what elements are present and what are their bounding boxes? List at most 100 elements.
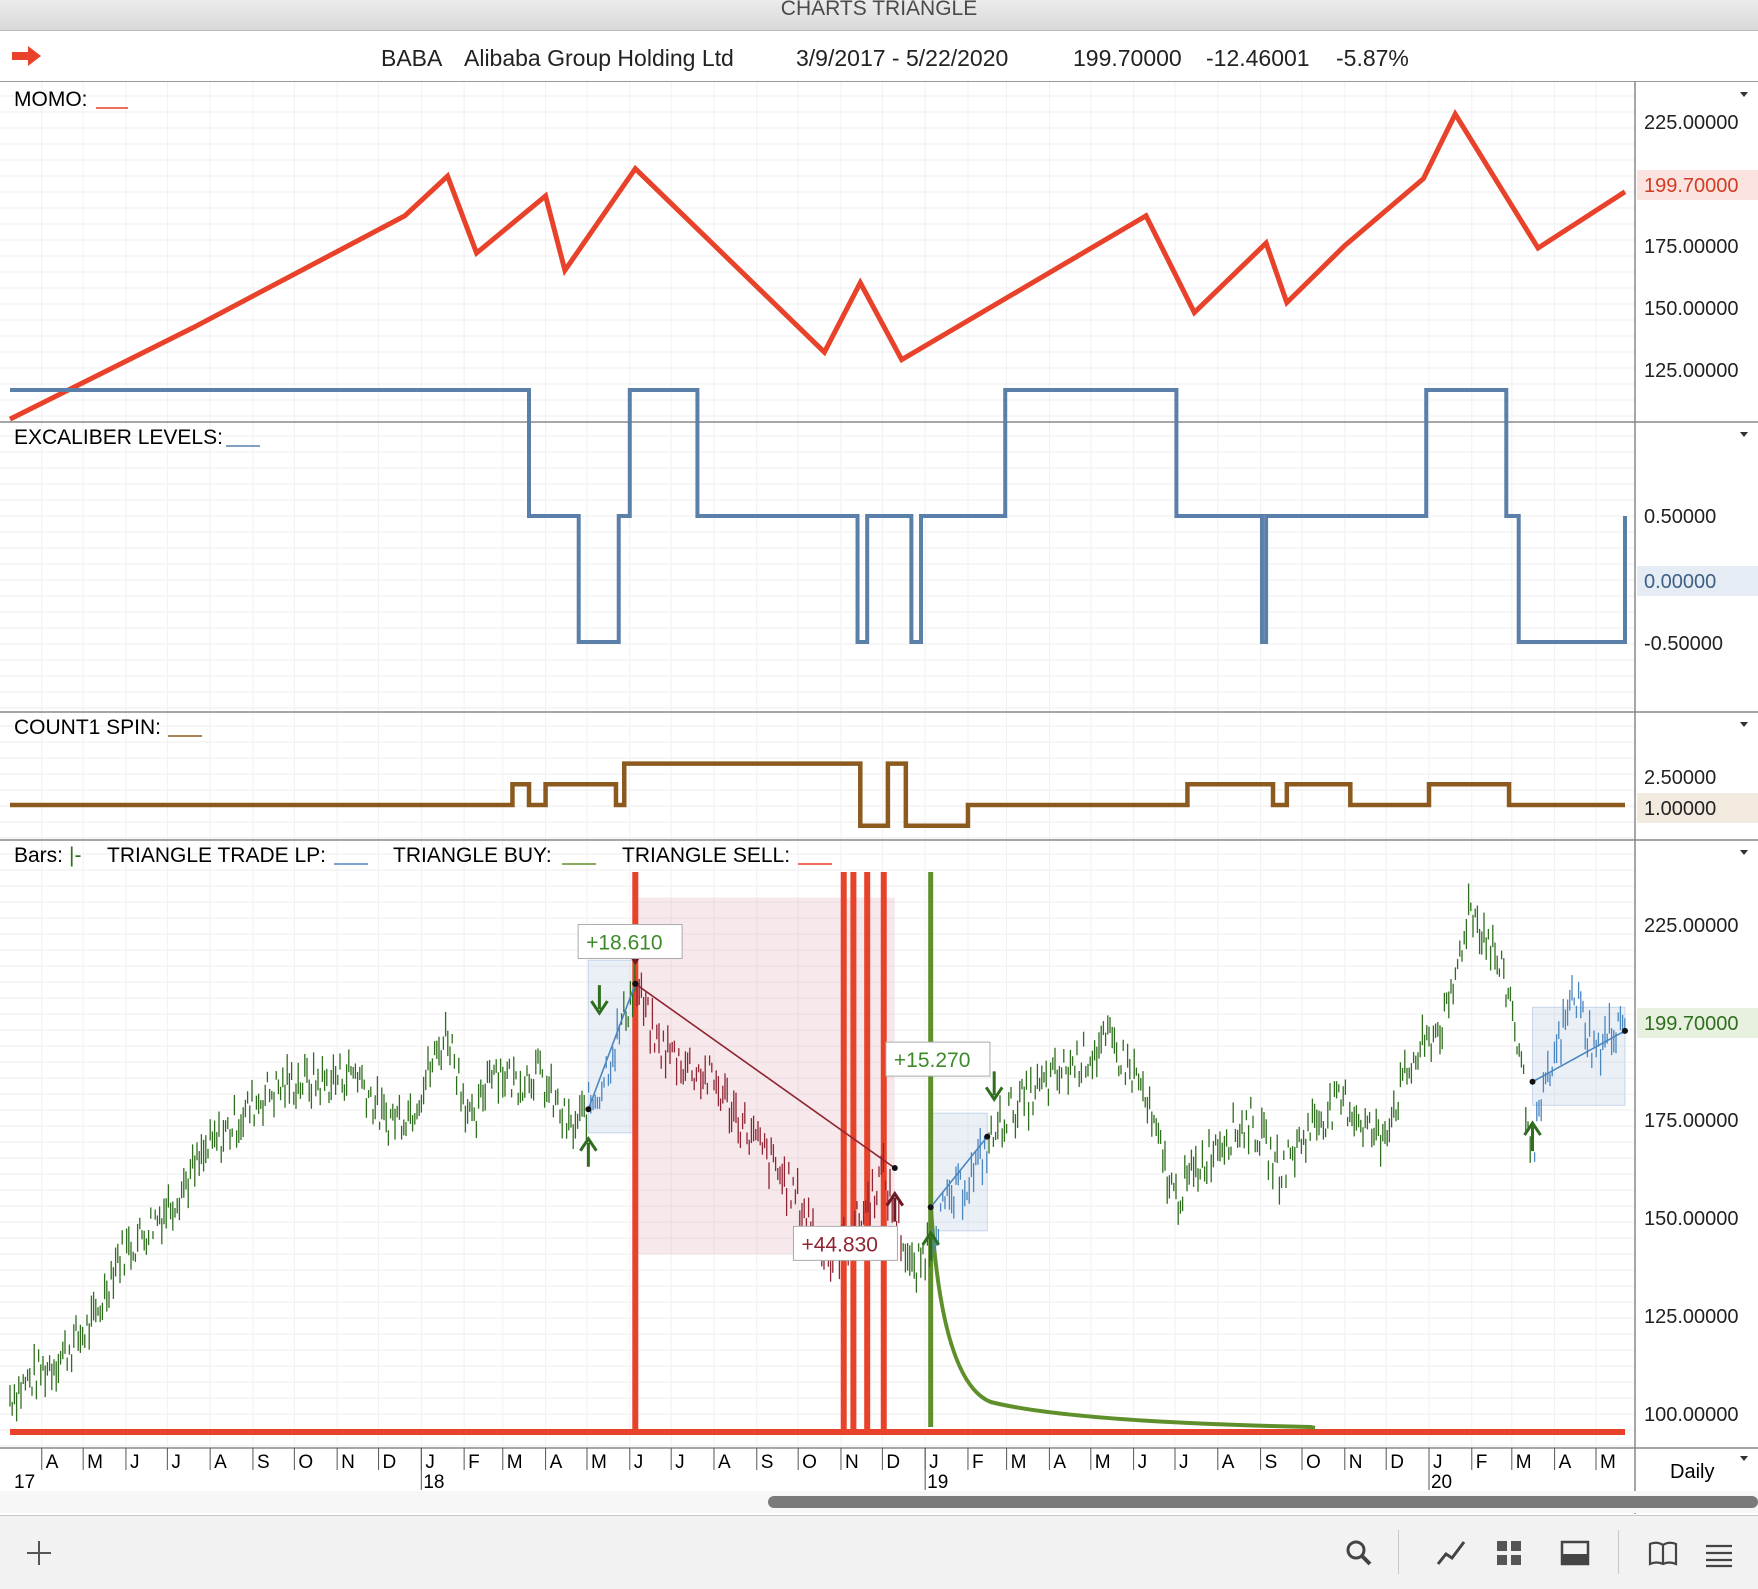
company-name: Alibaba Group Holding Ltd (464, 45, 734, 71)
price-tick-3: 125.00000 (1644, 1306, 1739, 1328)
month-label: M (1011, 1452, 1027, 1473)
month-label: M (1095, 1452, 1111, 1473)
month-label: D (1390, 1452, 1404, 1473)
spin-label: COUNT1 SPIN: (14, 716, 161, 739)
month-label: S (1265, 1452, 1278, 1473)
month-label: M (87, 1452, 103, 1473)
excal-label: EXCALIBER LEVELS: (14, 426, 223, 449)
month-label: A (550, 1452, 563, 1473)
month-label: J (634, 1452, 644, 1473)
price-tick-4: 100.00000 (1644, 1404, 1739, 1426)
buy-legend-label: TRIANGLE BUY: (393, 844, 552, 867)
price-tick-2: 150.00000 (1644, 1208, 1739, 1230)
grid-icon[interactable] (1492, 1536, 1526, 1570)
month-label: F (972, 1452, 984, 1473)
year-label: 19 (927, 1472, 948, 1493)
momo-menu-icon[interactable] (1740, 92, 1748, 97)
red-arrow-icon[interactable] (12, 45, 42, 67)
month-label: A (46, 1452, 59, 1473)
date-range: 3/9/2017 - 5/22/2020 (796, 45, 1009, 71)
month-label: J (171, 1452, 181, 1473)
month-label: M (591, 1452, 607, 1473)
month-label: N (845, 1452, 859, 1473)
buy-entry-arrow (1523, 1120, 1542, 1152)
month-label: A (1559, 1452, 1572, 1473)
price-change: -12.46001 (1206, 45, 1310, 71)
month-label: J (130, 1452, 140, 1473)
spin-menu-icon[interactable] (1740, 722, 1748, 727)
month-label: O (298, 1452, 313, 1473)
month-label: D (886, 1452, 900, 1473)
scrollbar-thumb[interactable] (768, 1496, 1758, 1508)
year-label: 17 (14, 1472, 35, 1493)
price-menu-icon[interactable] (1740, 850, 1748, 855)
year-label: 18 (423, 1472, 444, 1493)
excal-menu-icon[interactable] (1740, 432, 1748, 437)
trade-entry-dot (585, 1106, 592, 1113)
momo-tick-2: 150.00000 (1644, 298, 1739, 320)
menu-icon[interactable] (1702, 1536, 1736, 1570)
price-tick-1: 175.00000 (1644, 1110, 1739, 1132)
bottom-toolbar (0, 1515, 1758, 1589)
excal-tick-0: 0.50000 (1644, 506, 1716, 528)
trade-exit-dot (891, 1165, 898, 1172)
month-label: J (1138, 1452, 1148, 1473)
trade-result-label: +15.270 (894, 1049, 971, 1072)
month-label: S (761, 1452, 774, 1473)
spin-tick-0: 2.50000 (1644, 767, 1716, 789)
month-label: J (1433, 1452, 1443, 1473)
price-current-value: 199.70000 (1644, 1013, 1739, 1035)
month-label: A (718, 1452, 731, 1473)
month-label: N (1349, 1452, 1363, 1473)
year-label: 20 (1431, 1472, 1452, 1493)
trade-result-label: +18.610 (586, 932, 663, 955)
excal-tick-1: -0.50000 (1644, 633, 1723, 655)
trade-entry-dot (927, 1204, 934, 1211)
month-label: F (468, 1452, 480, 1473)
month-label: O (1306, 1452, 1321, 1473)
bars-symbol: |- (69, 844, 81, 867)
momo-tick-1: 175.00000 (1644, 236, 1739, 258)
momo-label: MOMO: (14, 88, 88, 111)
symbol-text: BABA (381, 45, 443, 71)
month-label: S (257, 1452, 270, 1473)
interval-chevron-icon[interactable] (1740, 1456, 1748, 1461)
month-label: A (214, 1452, 227, 1473)
trade-result-label: +44.830 (801, 1233, 878, 1256)
bars-label: Bars: (14, 844, 63, 867)
sell-legend-label: TRIANGLE SELL: (622, 844, 790, 867)
plus-icon[interactable] (22, 1536, 56, 1570)
chart-area[interactable]: MOMO: EXCALIBER LEVELS: COUNT1 SPIN: Bar… (0, 82, 1758, 1514)
month-label: F (1476, 1452, 1488, 1473)
search-icon[interactable] (1342, 1536, 1376, 1570)
trade-entry-dot (1529, 1078, 1536, 1085)
month-label: O (802, 1452, 817, 1473)
month-label: J (675, 1452, 685, 1473)
month-label: J (425, 1452, 435, 1473)
buy-signal-decay (928, 1201, 1316, 1430)
symbol-info-bar: BABA Alibaba Group Holding Ltd 3/9/2017 … (0, 31, 1758, 82)
price-tick-0: 225.00000 (1644, 915, 1739, 937)
month-label: J (929, 1452, 939, 1473)
momo-tick-3: 125.00000 (1644, 360, 1739, 382)
charts-window: CHARTS TRIANGLE BABA Alibaba Group Holdi… (0, 0, 1758, 1589)
trade-exit-dot (1622, 1027, 1628, 1034)
month-label: D (383, 1452, 397, 1473)
month-label: J (1179, 1452, 1189, 1473)
book-icon[interactable] (1646, 1536, 1680, 1570)
window-title: CHARTS TRIANGLE (0, 0, 1758, 31)
month-label: A (1053, 1452, 1066, 1473)
last-price: 199.70000 (1073, 45, 1182, 71)
count1-spin-line (10, 761, 1625, 828)
month-label: M (1600, 1452, 1616, 1473)
line-chart-icon[interactable] (1434, 1536, 1468, 1570)
momo-tick-0: 225.00000 (1644, 112, 1739, 134)
trade-legend-label: TRIANGLE TRADE LP: (107, 844, 326, 867)
month-label: M (1516, 1452, 1532, 1473)
trade-entry-dot (632, 980, 639, 987)
trade-exit-dot (984, 1133, 991, 1140)
month-label: M (507, 1452, 523, 1473)
month-label: N (341, 1452, 355, 1473)
panel-icon[interactable] (1558, 1536, 1592, 1570)
interval-selector[interactable]: Daily (1670, 1461, 1714, 1483)
